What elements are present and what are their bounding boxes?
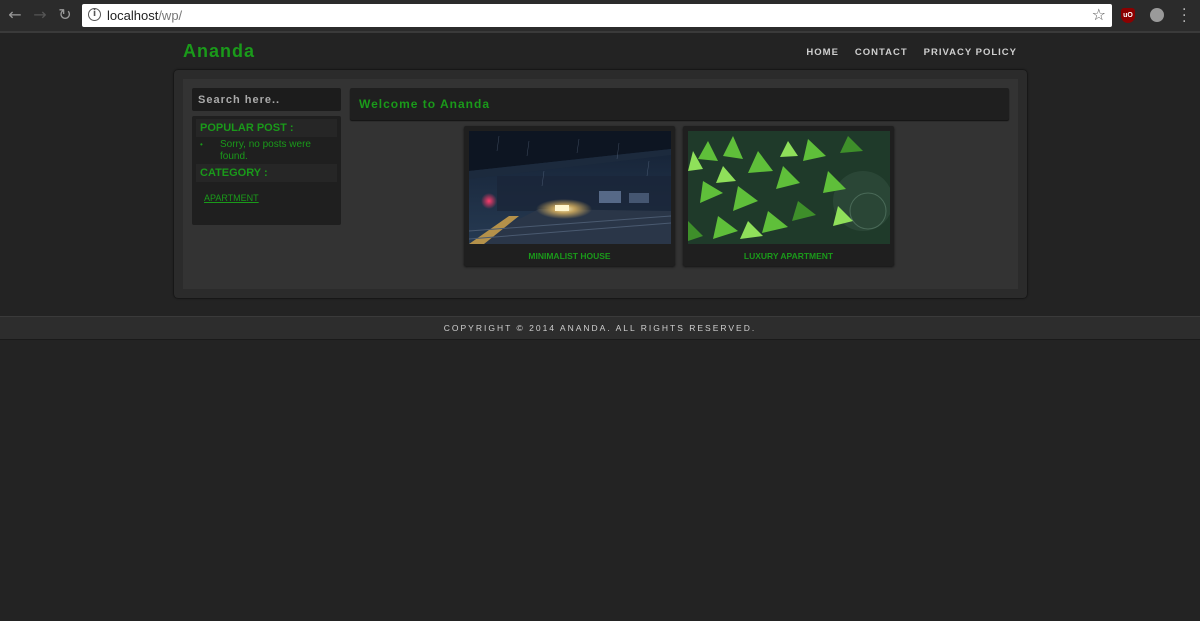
- site-footer: COPYRIGHT © 2014 ANANDA. ALL RIGHTS RESE…: [0, 316, 1200, 340]
- search-box[interactable]: [192, 88, 341, 111]
- welcome-bar: Welcome to Ananda: [350, 88, 1009, 120]
- nav-privacy-policy[interactable]: PRIVACY POLICY: [924, 47, 1017, 58]
- url-path: /wp/: [158, 8, 183, 23]
- content-area: POPULAR POST : Sorry, no posts were foun…: [183, 79, 1018, 289]
- site-title[interactable]: Ananda: [183, 41, 255, 62]
- category-heading: CATEGORY :: [196, 164, 337, 182]
- url-host: localhost: [107, 8, 159, 23]
- post-title-luxury-apartment[interactable]: LUXURY APARTMENT: [683, 251, 894, 261]
- green-maple-leaves-image[interactable]: [688, 131, 890, 244]
- main-wrapper: POPULAR POST : Sorry, no posts were foun…: [174, 70, 1027, 298]
- copyright-text: COPYRIGHT © 2014 ANANDA. ALL RIGHTS RESE…: [443, 323, 757, 333]
- post-card-minimalist-house[interactable]: MINIMALIST HOUSE: [464, 126, 675, 266]
- post-card-luxury-apartment[interactable]: LUXURY APARTMENT: [683, 126, 894, 266]
- reload-icon[interactable]: ↻: [56, 6, 74, 24]
- nav-contact[interactable]: CONTACT: [855, 47, 908, 58]
- browser-toolbar: ← → ↻ i localhost/wp/ ☆ uO · · ·: [0, 0, 1200, 33]
- list-item: Sorry, no posts were found.: [200, 139, 341, 163]
- nav-home[interactable]: HOME: [806, 47, 839, 58]
- top-navigation: HOME CONTACT PRIVACY POLICY: [806, 47, 1017, 58]
- bookmark-star-icon[interactable]: ☆: [1092, 5, 1106, 24]
- url-text[interactable]: localhost/wp/: [107, 8, 182, 23]
- browser-menu-icon[interactable]: · · ·: [1182, 3, 1186, 29]
- sidebar: POPULAR POST : Sorry, no posts were foun…: [192, 116, 341, 225]
- forward-arrow-icon[interactable]: →: [31, 6, 49, 24]
- night-train-station-image[interactable]: [469, 131, 671, 244]
- welcome-heading: Welcome to Ananda: [359, 97, 491, 111]
- popular-post-list: Sorry, no posts were found.: [200, 139, 341, 163]
- globe-extension-icon[interactable]: [1150, 8, 1164, 22]
- address-bar[interactable]: i localhost/wp/ ☆: [82, 4, 1112, 27]
- search-input[interactable]: [192, 88, 341, 111]
- category-link-apartment[interactable]: APARTMENT: [204, 193, 341, 203]
- back-arrow-icon[interactable]: ←: [6, 6, 24, 24]
- site-info-icon[interactable]: i: [88, 8, 101, 21]
- ublock-extension-icon[interactable]: uO: [1121, 8, 1135, 23]
- post-title-minimalist-house[interactable]: MINIMALIST HOUSE: [464, 251, 675, 261]
- popular-post-heading: POPULAR POST :: [196, 119, 337, 137]
